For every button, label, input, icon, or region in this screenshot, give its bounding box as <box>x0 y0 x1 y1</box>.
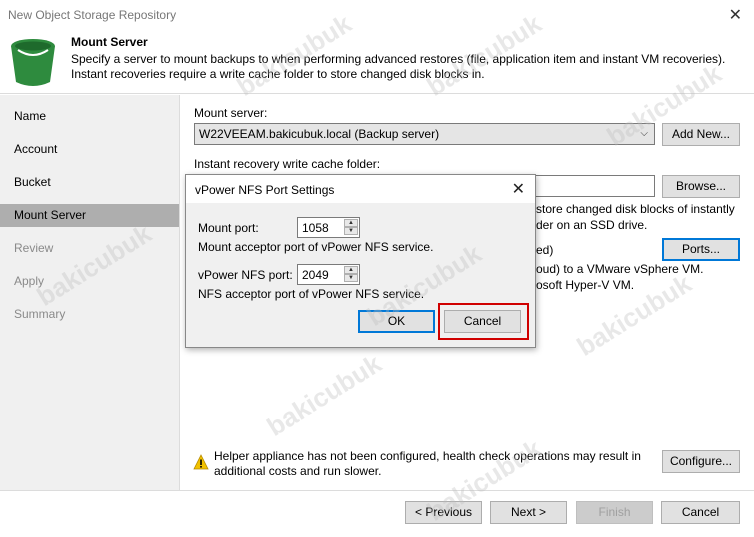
wizard-header: Mount Server Specify a server to mount b… <box>0 30 754 94</box>
vm-hint-line1: oud) to a VMware vSphere VM. <box>536 262 704 276</box>
chevron-down-icon: ⌵ <box>640 128 648 139</box>
nfs-port-label: vPower NFS port: <box>198 268 293 282</box>
mount-server-label: Mount server: <box>194 106 268 120</box>
mount-port-arrows[interactable]: ▲ ▼ <box>344 219 358 236</box>
nfs-port-spinner[interactable]: 2049 ▲ ▼ <box>297 264 360 285</box>
mount-server-value: W22VEEAM.bakicubuk.local (Backup server) <box>199 127 440 141</box>
next-button[interactable]: Next > <box>490 501 567 524</box>
page-description: Specify a server to mount backups to whe… <box>71 52 726 81</box>
mount-port-label: Mount port: <box>198 221 259 235</box>
helper-warning-text: Helper appliance has not been configured… <box>214 449 641 478</box>
sidebar-step-review: Review <box>14 241 54 255</box>
cache-hint-line2: der on an SSD drive. <box>536 218 648 232</box>
page-title: Mount Server <box>71 35 148 49</box>
ports-button[interactable]: Ports... <box>662 238 740 261</box>
mount-port-description: Mount acceptor port of vPower NFS servic… <box>198 240 434 254</box>
dialog-close-icon[interactable]: ✕ <box>512 179 525 199</box>
sidebar-step-name[interactable]: Name <box>0 105 179 128</box>
cache-hint-line1: store changed disk blocks of instantly <box>536 202 735 216</box>
spin-down-icon[interactable]: ▼ <box>344 227 358 235</box>
window-titlebar: New Object Storage Repository ✕ <box>0 0 754 30</box>
cache-folder-label: Instant recovery write cache folder: <box>194 157 381 171</box>
spin-up-icon[interactable]: ▲ <box>344 219 358 227</box>
nfs-port-description: NFS acceptor port of vPower NFS service. <box>198 287 425 301</box>
bucket-icon <box>11 39 55 86</box>
nfs-port-value: 2049 <box>302 268 329 282</box>
dialog-titlebar: vPower NFS Port Settings ✕ <box>186 175 535 203</box>
spin-down-icon[interactable]: ▼ <box>344 274 358 282</box>
cancel-button[interactable]: Cancel <box>661 501 740 524</box>
mount-server-select[interactable]: W22VEEAM.bakicubuk.local (Backup server)… <box>194 123 655 145</box>
mount-port-spinner[interactable]: 1058 ▲ ▼ <box>297 217 360 238</box>
sidebar-step-bucket[interactable]: Bucket <box>0 171 179 194</box>
previous-button[interactable]: < Previous <box>405 501 482 524</box>
nfs-enabled-label: ed) <box>536 243 554 257</box>
vm-hint-line2: osoft Hyper-V VM. <box>536 278 635 292</box>
sidebar-step-summary: Summary <box>14 307 66 321</box>
sidebar-step-account[interactable]: Account <box>0 138 179 161</box>
footer-divider <box>0 490 754 491</box>
mount-port-value: 1058 <box>302 221 329 235</box>
nfs-port-arrows[interactable]: ▲ ▼ <box>344 266 358 283</box>
configure-button[interactable]: Configure... <box>662 450 740 473</box>
dialog-title: vPower NFS Port Settings <box>195 183 335 197</box>
window-title: New Object Storage Repository <box>8 8 177 22</box>
warning-icon <box>193 454 209 470</box>
finish-button: Finish <box>576 501 653 524</box>
sidebar-step-mount-server[interactable]: Mount Server <box>0 204 179 227</box>
window-close-icon[interactable]: ✕ <box>729 5 742 25</box>
wizard-steps-sidebar: Name Account Bucket Mount Server Review … <box>0 95 180 490</box>
highlight-box <box>438 303 529 340</box>
sidebar-step-apply: Apply <box>14 274 45 288</box>
spin-up-icon[interactable]: ▲ <box>344 266 358 274</box>
browse-button[interactable]: Browse... <box>662 175 740 198</box>
add-new-button[interactable]: Add New... <box>662 123 740 146</box>
dialog-ok-button[interactable]: OK <box>358 310 435 333</box>
